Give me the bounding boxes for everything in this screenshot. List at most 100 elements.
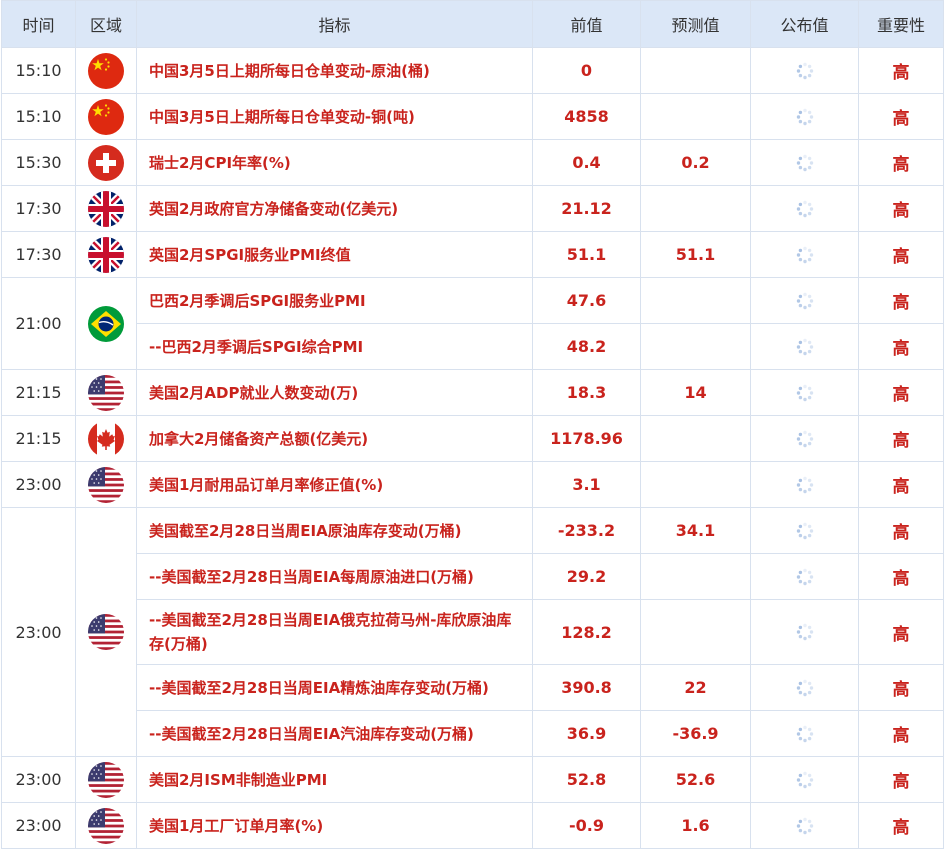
actual-value-cell: [750, 664, 859, 711]
actual-value-cell: [750, 369, 859, 416]
actual-value-cell: [750, 415, 859, 462]
canada-flag-icon: [88, 420, 124, 457]
actual-value-cell: [750, 756, 859, 803]
indicator-name[interactable]: 美国截至2月28日当周EIA原油库存变动(万桶): [136, 507, 533, 554]
loading-spinner-icon: [795, 199, 815, 219]
importance-value: 高: [858, 664, 944, 711]
forecast-value: [640, 185, 751, 232]
indicator-name[interactable]: 瑞士2月CPI年率(%): [136, 139, 533, 186]
loading-spinner-icon: [795, 770, 815, 790]
table-row[interactable]: 23:00 美国截至2月28日当周EIA原油库存变动(万桶) -233.2 34.1 高: [1, 507, 944, 757]
actual-value-cell: [750, 802, 859, 849]
table-row[interactable]: 15:30 瑞士2月CPI年率(%) 0.4 0.2 高: [1, 139, 944, 186]
table-row[interactable]: 15:10 中国3月5日上期所每日仓单变动-铜(吨) 4858 高: [1, 93, 944, 140]
loading-spinner-icon: [795, 291, 815, 311]
brazil-flag-icon: [88, 305, 124, 342]
time-cell: 15:10: [1, 93, 76, 140]
switzerland-flag-icon: [88, 144, 124, 181]
table-row[interactable]: 21:15 美国2月ADP就业人数变动(万) 18.3 14 高: [1, 369, 944, 416]
table-row[interactable]: 23:00 美国2月ISM非制造业PMI 52.8 52.6 高: [1, 756, 944, 803]
column-header-importance: 重要性: [858, 0, 944, 48]
table-row[interactable]: 15:10 中国3月5日上期所每日仓单变动-原油(桶) 0 高: [1, 47, 944, 94]
importance-value: 高: [858, 710, 944, 757]
indicator-name[interactable]: 英国2月政府官方净储备变动(亿美元): [136, 185, 533, 232]
importance-value: 高: [858, 323, 944, 370]
indicator-name[interactable]: 巴西2月季调后SPGI服务业PMI: [136, 277, 533, 324]
indicator-name[interactable]: 加拿大2月储备资产总额(亿美元): [136, 415, 533, 462]
table-row[interactable]: --美国截至2月28日当周EIA每周原油进口(万桶) 29.2 高: [2, 553, 944, 600]
forecast-value: 52.6: [640, 756, 751, 803]
previous-value: 21.12: [532, 185, 641, 232]
forecast-value: [640, 599, 751, 665]
table-row[interactable]: 23:00 美国1月耐用品订单月率修正值(%) 3.1 高: [1, 461, 944, 508]
column-header-indicator: 指标: [136, 0, 533, 48]
region-cell: [75, 93, 137, 140]
previous-value: -0.9: [532, 802, 641, 849]
previous-value: 18.3: [532, 369, 641, 416]
table-row[interactable]: 21:15 加拿大2月储备资产总额(亿美元) 1178.96 高: [1, 415, 944, 462]
table-row[interactable]: --美国截至2月28日当周EIA俄克拉荷马州-库欣原油库存(万桶) 128.2 高: [2, 599, 944, 665]
previous-value: 128.2: [532, 599, 641, 665]
actual-value-cell: [750, 599, 859, 665]
actual-value-cell: [750, 139, 859, 186]
previous-value: 1178.96: [532, 415, 641, 462]
forecast-value: [640, 323, 751, 370]
indicator-name[interactable]: --美国截至2月28日当周EIA每周原油进口(万桶): [136, 553, 533, 600]
usa-flag-icon: [88, 374, 124, 411]
forecast-value: 51.1: [640, 231, 751, 278]
region-cell: [75, 139, 137, 186]
actual-value-cell: [750, 277, 859, 324]
importance-value: 高: [858, 93, 944, 140]
forecast-value: [640, 553, 751, 600]
indicator-name[interactable]: 英国2月SPGI服务业PMI终值: [136, 231, 533, 278]
column-header-time: 时间: [1, 0, 76, 48]
indicator-name[interactable]: --巴西2月季调后SPGI综合PMI: [136, 323, 533, 370]
forecast-value: [640, 415, 751, 462]
forecast-value: [640, 277, 751, 324]
indicator-name[interactable]: 美国1月耐用品订单月率修正值(%): [136, 461, 533, 508]
loading-spinner-icon: [795, 337, 815, 357]
indicator-name[interactable]: 中国3月5日上期所每日仓单变动-铜(吨): [136, 93, 533, 140]
indicator-name[interactable]: --美国截至2月28日当周EIA精炼油库存变动(万桶): [136, 664, 533, 711]
previous-value: 52.8: [532, 756, 641, 803]
uk-flag-icon: [88, 236, 124, 273]
table-row[interactable]: 17:30 英国2月政府官方净储备变动(亿美元) 21.12 高: [1, 185, 944, 232]
economic-calendar-table: 时间 区域 指标 前值 预测值 公布值 重要性 15:10 中国3月5日上期所每日…: [1, 0, 944, 849]
table-row[interactable]: 23:00 美国1月工厂订单月率(%) -0.9 1.6 高: [1, 802, 944, 849]
region-cell: [75, 802, 137, 849]
loading-spinner-icon: [795, 107, 815, 127]
actual-value-cell: [750, 323, 859, 370]
forecast-value: 22: [640, 664, 751, 711]
previous-value: 36.9: [532, 710, 641, 757]
forecast-value: 1.6: [640, 802, 751, 849]
indicator-name[interactable]: 美国2月ISM非制造业PMI: [136, 756, 533, 803]
indicator-name[interactable]: --美国截至2月28日当周EIA俄克拉荷马州-库欣原油库存(万桶): [136, 599, 533, 665]
table-row[interactable]: 21:00 巴西2月季调后SPGI服务业PMI 47.6 高: [1, 277, 944, 370]
region-cell: [75, 231, 137, 278]
region-cell: [75, 277, 137, 370]
previous-value: 51.1: [532, 231, 641, 278]
importance-value: 高: [858, 139, 944, 186]
loading-spinner-icon: [795, 724, 815, 744]
importance-value: 高: [858, 415, 944, 462]
loading-spinner-icon: [795, 429, 815, 449]
indicator-name[interactable]: 美国2月ADP就业人数变动(万): [136, 369, 533, 416]
indicator-name[interactable]: --美国截至2月28日当周EIA汽油库存变动(万桶): [136, 710, 533, 757]
forecast-value: [640, 93, 751, 140]
indicator-name[interactable]: 美国1月工厂订单月率(%): [136, 802, 533, 849]
usa-flag-icon: [88, 614, 124, 650]
column-header-actual: 公布值: [750, 0, 859, 48]
table-row[interactable]: --美国截至2月28日当周EIA精炼油库存变动(万桶) 390.8 22 高: [2, 664, 944, 711]
table-row[interactable]: 17:30 英国2月SPGI服务业PMI终值 51.1 51.1 高: [1, 231, 944, 278]
table-row[interactable]: --巴西2月季调后SPGI综合PMI 48.2 高: [2, 323, 944, 370]
importance-value: 高: [858, 802, 944, 849]
region-cell: [75, 369, 137, 416]
loading-spinner-icon: [795, 622, 815, 642]
previous-value: 4858: [532, 93, 641, 140]
usa-flag-icon: [88, 466, 124, 503]
china-flag-icon: [88, 52, 124, 89]
table-row[interactable]: --美国截至2月28日当周EIA汽油库存变动(万桶) 36.9 -36.9 高: [2, 710, 944, 757]
loading-spinner-icon: [795, 245, 815, 265]
indicator-name[interactable]: 中国3月5日上期所每日仓单变动-原油(桶): [136, 47, 533, 94]
column-header-forecast: 预测值: [640, 0, 751, 48]
